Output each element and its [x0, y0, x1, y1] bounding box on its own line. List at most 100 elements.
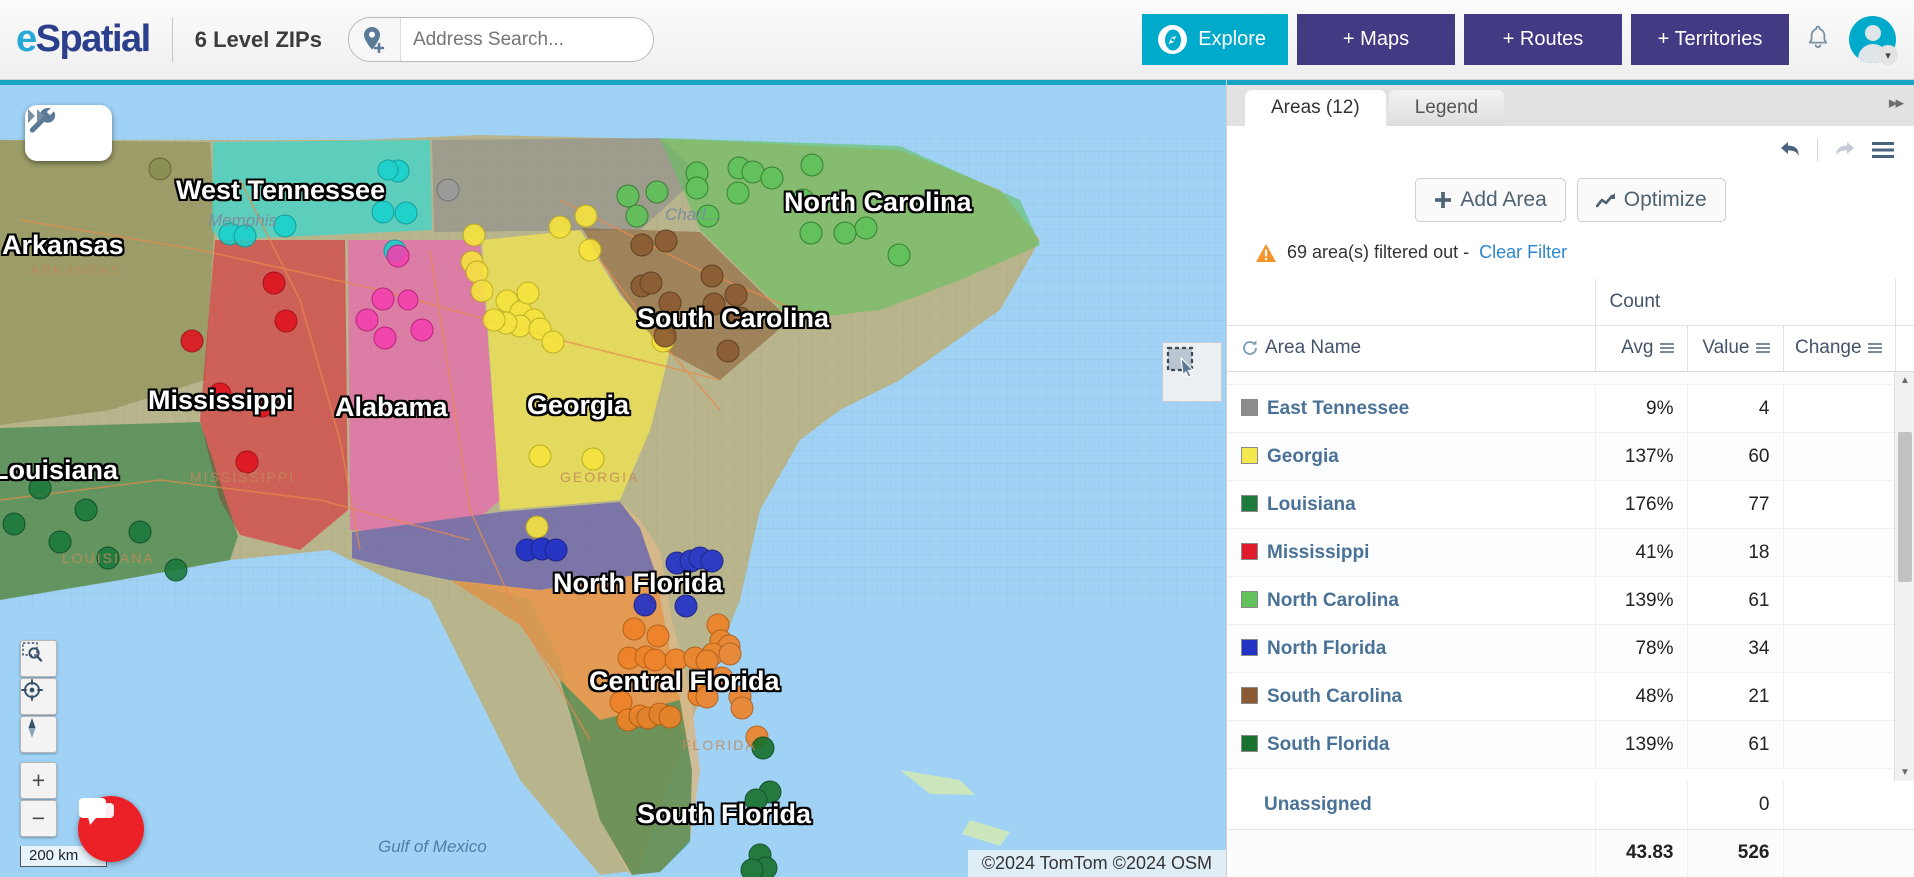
- area-change-cell: [1782, 480, 1895, 529]
- scrollbar-thumb[interactable]: [1898, 431, 1912, 582]
- area-value-cell: 60: [1686, 432, 1783, 481]
- group-header-blank: [1227, 279, 1595, 326]
- area-value-cell: 4: [1686, 384, 1783, 433]
- avg-menu-icon[interactable]: [1659, 343, 1674, 353]
- zoom-in-button[interactable]: +: [20, 762, 57, 799]
- user-menu[interactable]: ▾: [1849, 16, 1898, 65]
- area-name-cell[interactable]: Georgia: [1227, 432, 1595, 481]
- table-group-header-row: Count: [1227, 279, 1914, 326]
- tab-areas[interactable]: Areas (12): [1245, 90, 1386, 126]
- box-zoom-button[interactable]: [20, 640, 57, 677]
- warning-icon: [1256, 243, 1276, 262]
- area-name-cell[interactable]: South Carolina: [1227, 672, 1595, 721]
- unassigned-row[interactable]: Unassigned 0: [1227, 781, 1914, 829]
- scroll-up-arrow[interactable]: ▲: [1895, 372, 1914, 390]
- locate-button[interactable]: [20, 678, 57, 715]
- area-name-label: South Florida: [1267, 733, 1390, 755]
- address-search[interactable]: [347, 17, 654, 62]
- column-header-sb: [1894, 325, 1914, 372]
- areas-table-footer: Unassigned 0 43.83 526: [1227, 781, 1914, 877]
- map-canvas[interactable]: West Tennessee Arkansas Mississippi Alab…: [0, 80, 1226, 877]
- table-scrollbar[interactable]: ▲ ▼: [1894, 371, 1914, 781]
- redo-button[interactable]: [1828, 135, 1860, 165]
- table-row[interactable]: East Tennessee 9% 4: [1227, 384, 1914, 433]
- explore-button[interactable]: Explore: [1142, 14, 1288, 65]
- avatar-head: [1864, 25, 1881, 41]
- value-menu-icon[interactable]: [1755, 343, 1770, 353]
- area-color-swatch[interactable]: [1241, 638, 1258, 656]
- areas-table: East Tennessee 9% 4 Georgia 137% 60 Louisiana 1…: [1227, 371, 1914, 769]
- column-header-avg[interactable]: Avg: [1594, 325, 1687, 372]
- area-color-swatch[interactable]: [1241, 446, 1258, 464]
- undo-button[interactable]: [1775, 135, 1807, 165]
- totals-change: [1782, 828, 1895, 877]
- area-color-swatch[interactable]: [1241, 494, 1258, 512]
- area-name-cell[interactable]: Louisiana: [1227, 480, 1595, 529]
- area-change-cell: [1782, 528, 1895, 577]
- column-header-area-name-label: Area Name: [1265, 337, 1362, 358]
- table-row[interactable]: South Carolina 48% 21: [1227, 672, 1914, 721]
- column-header-change[interactable]: Change: [1782, 325, 1896, 372]
- trend-up-icon: [1595, 193, 1615, 208]
- areas-table-scroll[interactable]: East Tennessee 9% 4 Georgia 137% 60 Louisiana 1…: [1227, 371, 1914, 781]
- clear-filter-link[interactable]: Clear Filter: [1479, 242, 1567, 263]
- add-area-button[interactable]: Add Area: [1415, 178, 1566, 222]
- table-row[interactable]: Mississippi 41% 18: [1227, 528, 1914, 577]
- chevron-down-icon[interactable]: ▾: [1878, 45, 1898, 65]
- column-header-value[interactable]: Value: [1686, 325, 1783, 372]
- change-menu-icon[interactable]: [1867, 343, 1882, 353]
- table-row[interactable]: Louisiana 176% 77: [1227, 480, 1914, 529]
- table-column-header-row: Area Name Avg Value Change: [1227, 325, 1914, 372]
- zoom-out-button[interactable]: −: [20, 800, 57, 837]
- area-name-label: Louisiana: [1267, 493, 1356, 515]
- area-color-swatch[interactable]: [1241, 686, 1258, 704]
- map-pin-add-icon[interactable]: [348, 18, 401, 61]
- optimize-label: Optimize: [1623, 188, 1707, 211]
- table-row[interactable]: North Florida 78% 34: [1227, 624, 1914, 673]
- area-name-cell[interactable]: Mississippi: [1227, 528, 1595, 577]
- optimize-button[interactable]: Optimize: [1576, 178, 1726, 222]
- area-color-swatch[interactable]: [1241, 590, 1258, 608]
- espatial-logo[interactable]: e Spatial: [16, 18, 152, 61]
- filter-text: 69 area(s) filtered out -: [1287, 242, 1470, 262]
- expand-chevrons-icon[interactable]: [25, 105, 47, 127]
- area-avg-cell: 139%: [1594, 720, 1687, 769]
- marquee-select-tool[interactable]: [1162, 342, 1222, 402]
- column-header-change-label: Change: [1794, 337, 1862, 358]
- scroll-down-arrow[interactable]: ▼: [1895, 763, 1914, 781]
- area-avg-cell: 41%: [1594, 528, 1687, 577]
- refresh-icon[interactable]: [1241, 339, 1259, 357]
- table-row[interactable]: South Florida 139% 61: [1227, 720, 1914, 769]
- table-row[interactable]: North Carolina 139% 61: [1227, 576, 1914, 625]
- add-maps-button[interactable]: + Maps: [1297, 14, 1455, 65]
- area-value-cell: 61: [1686, 576, 1783, 625]
- logo-text-spatial: Spatial: [35, 18, 152, 60]
- area-name-cell[interactable]: East Tennessee: [1227, 384, 1595, 433]
- pin-glyph: [363, 27, 385, 53]
- area-name-cell[interactable]: North Carolina: [1227, 576, 1595, 625]
- unassigned-value: 0: [1686, 781, 1783, 829]
- table-row[interactable]: Georgia 137% 60: [1227, 432, 1914, 481]
- panel-menu-button[interactable]: [1866, 135, 1900, 165]
- compass-button[interactable]: [20, 716, 57, 753]
- panel-toolbar: [1227, 126, 1914, 174]
- toolbar-divider: [1817, 139, 1818, 161]
- area-name-label: Mississippi: [1267, 541, 1370, 563]
- notifications-bell-icon[interactable]: [1806, 24, 1830, 56]
- explore-icon: [1158, 25, 1188, 54]
- add-routes-button[interactable]: + Routes: [1464, 14, 1622, 65]
- area-color-swatch[interactable]: [1241, 542, 1258, 560]
- area-name-cell[interactable]: North Florida: [1227, 624, 1595, 673]
- area-change-cell: [1782, 720, 1895, 769]
- search-input[interactable]: [400, 18, 653, 61]
- area-value-cell: 34: [1686, 624, 1783, 673]
- area-color-swatch[interactable]: [1241, 734, 1258, 752]
- area-color-swatch[interactable]: [1241, 398, 1258, 416]
- column-header-area-name[interactable]: Area Name: [1227, 325, 1595, 372]
- chat-support-button[interactable]: [78, 796, 144, 862]
- map-tools-widget[interactable]: [25, 105, 112, 161]
- add-territories-button[interactable]: + Territories: [1631, 14, 1789, 65]
- area-name-cell[interactable]: South Florida: [1227, 720, 1595, 769]
- tab-legend[interactable]: Legend: [1388, 90, 1505, 126]
- collapse-panel-icon[interactable]: ▸▸: [1889, 93, 1904, 113]
